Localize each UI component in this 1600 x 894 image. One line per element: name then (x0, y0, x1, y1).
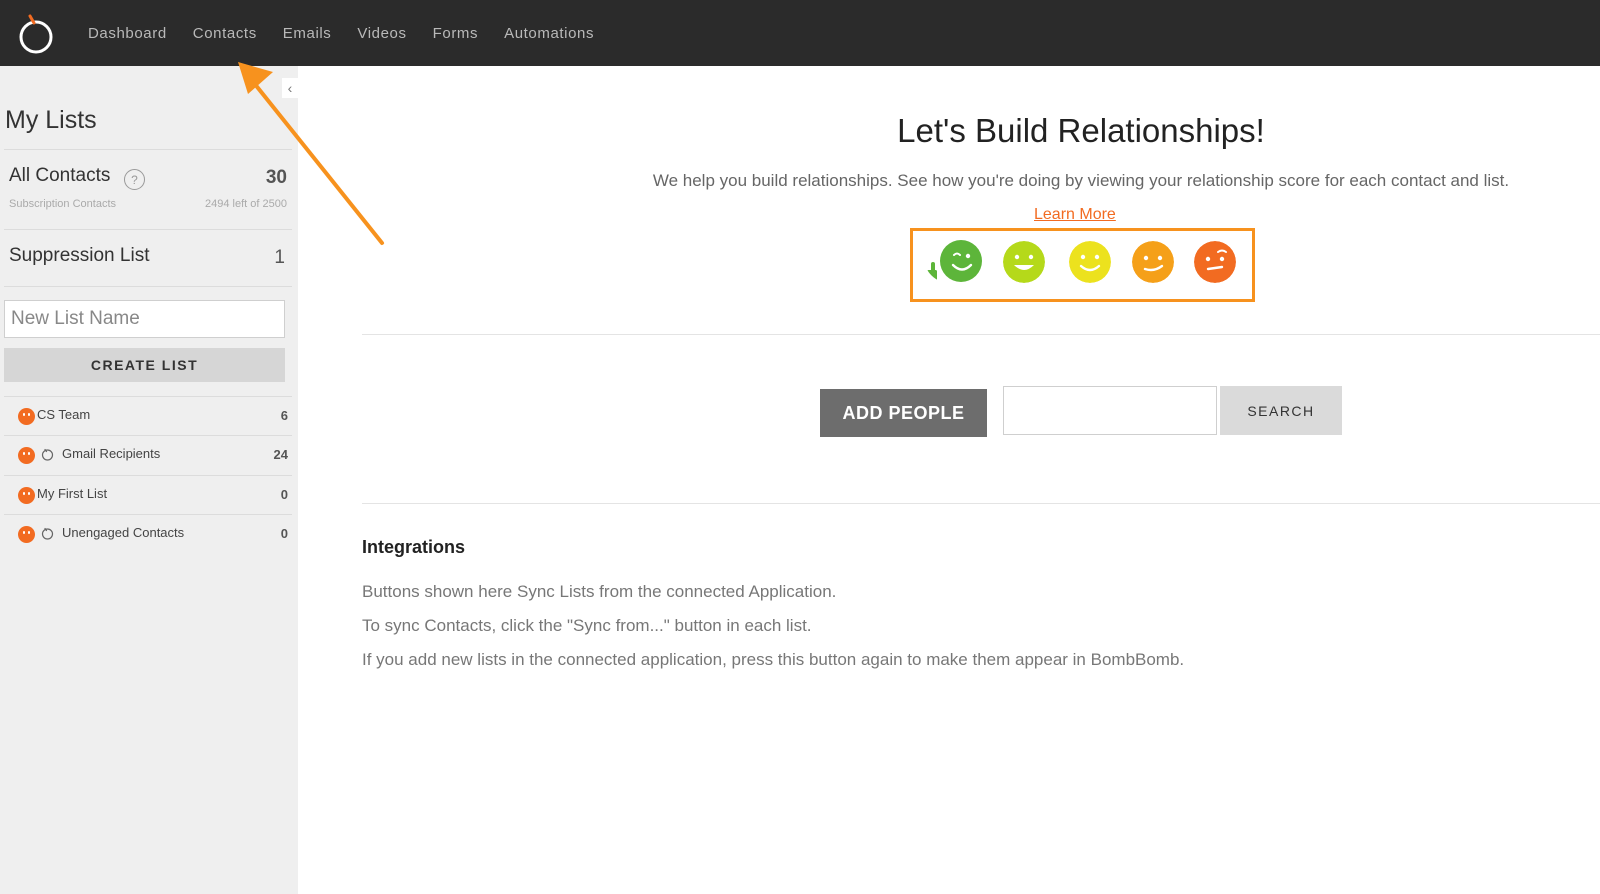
integrations-text: To sync Contacts, click the "Sync from..… (362, 616, 812, 635)
search-button[interactable]: SEARCH (1220, 386, 1342, 435)
integrations-text: Buttons shown here Sync Lists from the c… (362, 582, 837, 601)
bombbomb-logo-icon[interactable] (14, 10, 58, 56)
sidebar-title: My Lists (5, 106, 97, 134)
smile-face-icon (1069, 241, 1111, 283)
synced-list-icon (41, 527, 54, 540)
divider (362, 334, 1600, 335)
nav-emails[interactable]: Emails (283, 25, 332, 42)
list-item-count: 6 (280, 408, 288, 423)
divider (4, 286, 292, 287)
half-smile-face-icon (1132, 241, 1174, 283)
divider (362, 503, 1600, 504)
subscription-contacts-label: Subscription Contacts (9, 198, 116, 210)
list-item-gmail-recipients[interactable]: Gmail Recipients 24 (4, 435, 292, 475)
thumbs-up-wink-face-icon (927, 240, 982, 282)
suppression-list-link[interactable]: Suppression List (9, 245, 149, 267)
help-icon[interactable]: ? (124, 169, 145, 190)
nav-dashboard[interactable]: Dashboard (88, 25, 167, 42)
relationship-score-face-icon (18, 526, 35, 543)
create-list-button[interactable]: CREATE LIST (4, 348, 285, 382)
list-item-count: 0 (280, 487, 288, 502)
page-subheading: We help you build relationships. See how… (652, 171, 1510, 190)
list-item-count: 0 (280, 526, 288, 541)
list-item-cs-team[interactable]: CS Team 6 (4, 396, 292, 436)
relationship-score-face-icon (18, 447, 35, 464)
integrations-text: If you add new lists in the connected ap… (362, 650, 1185, 669)
relationship-score-face-icon (18, 487, 35, 504)
skeptical-face-icon (1194, 241, 1236, 283)
list-item-my-first-list[interactable]: My First List 0 (4, 475, 292, 515)
integrations-heading: Integrations (362, 537, 466, 557)
page-headline: Let's Build Relationships! (897, 112, 1265, 149)
grin-face-icon (1003, 241, 1045, 283)
list-item-count: 24 (273, 447, 288, 462)
nav-contacts[interactable]: Contacts (193, 25, 257, 42)
add-people-button[interactable]: ADD PEOPLE (820, 389, 987, 437)
search-input[interactable] (1003, 386, 1217, 435)
list-item-name: Unengaged Contacts (62, 525, 185, 540)
list-item-name: My First List (37, 486, 108, 501)
relationship-score-face-icon (18, 408, 35, 425)
annotation-arrow-icon (238, 62, 384, 245)
list-item-name: Gmail Recipients (62, 446, 161, 461)
nav-forms[interactable]: Forms (433, 25, 479, 42)
list-item-unengaged-contacts[interactable]: Unengaged Contacts 0 (4, 514, 292, 554)
learn-more-link[interactable]: Learn More (1034, 206, 1116, 224)
synced-list-icon (41, 448, 54, 461)
new-list-name-input[interactable] (4, 300, 285, 338)
list-item-name: CS Team (37, 407, 91, 422)
all-contacts-link[interactable]: All Contacts (9, 165, 110, 187)
nav-videos[interactable]: Videos (357, 25, 406, 42)
nav-automations[interactable]: Automations (504, 25, 594, 42)
